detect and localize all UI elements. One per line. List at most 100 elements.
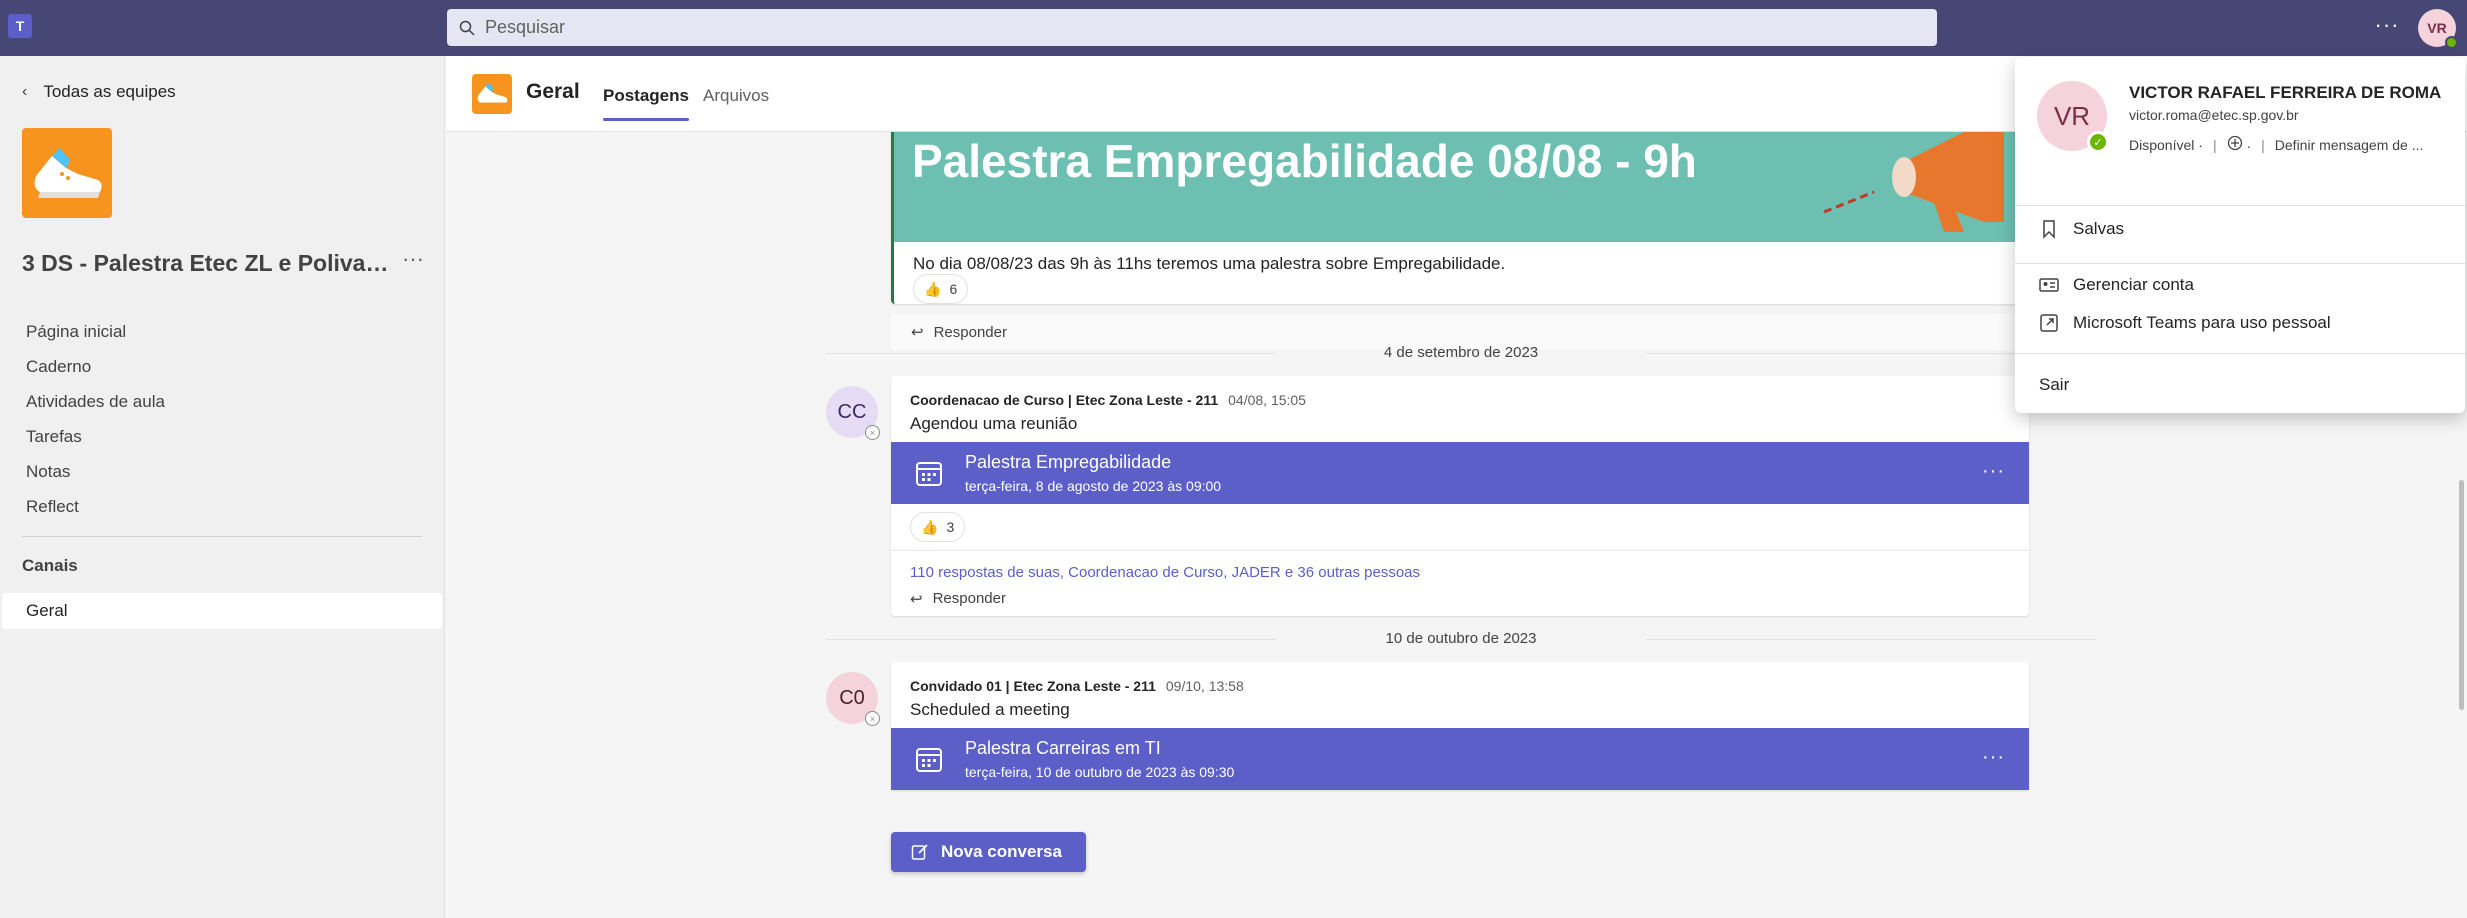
teams-personal-label: Microsoft Teams para uso pessoal	[2073, 313, 2331, 332]
set-status-message-link[interactable]: Definir mensagem de ...	[2275, 137, 2424, 153]
post-card: Coordenacao de Curso | Etec Zona Leste -…	[891, 376, 2029, 616]
divider	[22, 536, 422, 537]
thumbs-up-icon: 👍	[924, 280, 942, 297]
presence-available-icon	[2445, 36, 2458, 49]
more-options-icon[interactable]: ···	[1982, 460, 2005, 483]
nav-item-reflect[interactable]: Reflect	[26, 489, 165, 524]
channels-heading: Canais	[22, 556, 78, 575]
like-reaction[interactable]: 👍 6	[913, 274, 969, 304]
divider: |	[2212, 136, 2217, 153]
chevron-down-icon: ·	[2198, 136, 2203, 153]
calendar-icon	[916, 748, 942, 772]
date-separator: 4 de setembro de 2023	[826, 344, 2096, 361]
presence-available-icon: ✓	[2087, 131, 2109, 153]
search-box[interactable]	[447, 9, 1937, 46]
teams-icon[interactable]: T	[8, 14, 32, 38]
author-name: Convidado 01 | Etec Zona Leste - 211	[910, 678, 1156, 694]
saved-menu-item[interactable]: Salvas	[2039, 219, 2124, 239]
team-name: 3 DS - Palestra Etec ZL e Polivale...	[22, 250, 392, 276]
search-icon	[459, 20, 475, 36]
meeting-date: terça-feira, 8 de agosto de 2023 às 09:0…	[965, 478, 1222, 494]
nav-item-notebook[interactable]: Caderno	[26, 349, 165, 384]
team-more-options-icon[interactable]: ···	[402, 246, 424, 272]
author-name: Coordenacao de Curso | Etec Zona Leste -…	[910, 392, 1219, 408]
post-body: Scheduled a meeting	[910, 700, 1070, 719]
post-timestamp: 04/08, 15:05	[1228, 392, 1306, 408]
manage-account-label: Gerenciar conta	[2073, 275, 2194, 294]
channel-item-general[interactable]: Geral	[2, 593, 442, 629]
reaction-count: 3	[946, 519, 955, 535]
saved-label: Salvas	[2073, 219, 2125, 238]
nav-item-class-activities[interactable]: Atividades de aula	[26, 384, 165, 419]
sign-out-menu-item[interactable]: Sair	[2039, 375, 2069, 395]
profile-avatar[interactable]: VR ✓	[2037, 81, 2109, 153]
manage-account-menu-item[interactable]: Gerenciar conta	[2039, 275, 2194, 295]
user-avatar-initials: VR	[2427, 20, 2447, 36]
reply-label: Responder	[933, 323, 1007, 341]
profile-avatar-initials: VR	[2053, 100, 2091, 131]
author-avatar[interactable]: C0 ×	[826, 672, 880, 726]
divider	[2015, 205, 2465, 206]
teams-personal-menu-item[interactable]: Microsoft Teams para uso pessoal	[2039, 313, 2331, 333]
tab-files[interactable]: Arquivos	[703, 86, 769, 106]
feed-scrollbar[interactable]	[2459, 480, 2464, 710]
contact-card-icon	[2039, 278, 2059, 292]
nav-item-home[interactable]: Página inicial	[26, 314, 165, 349]
replies-summary-link[interactable]: 110 respostas de suas, Coordenacao de Cu…	[910, 564, 1420, 581]
back-to-teams-link[interactable]: ‹ Todas as equipes	[22, 82, 176, 102]
reply-button[interactable]: ↩ Responder	[910, 590, 1006, 608]
meeting-title: Palestra Empregabilidade	[965, 452, 1172, 472]
user-avatar[interactable]: VR	[2418, 9, 2458, 49]
reply-label: Responder	[932, 590, 1006, 607]
bookmark-icon	[2043, 220, 2055, 239]
team-sidebar: ‹ Todas as equipes 3 DS - Palestra Etec …	[0, 56, 445, 918]
meeting-card[interactable]: Palestra Empregabilidade terça-feira, 8 …	[891, 442, 2029, 504]
divider	[2015, 353, 2465, 354]
megaphone-icon	[1823, 132, 2004, 232]
new-conversation-button[interactable]: Nova conversa	[891, 832, 1086, 872]
date-separator: 10 de outubro de 2023	[826, 630, 2096, 647]
location-icon	[2227, 135, 2242, 151]
post-banner-image: Palestra Empregabilidade 08/08 - 9h	[894, 132, 2029, 242]
more-options-icon[interactable]: ···	[1982, 746, 2005, 769]
post-timestamp: 09/10, 13:58	[1165, 678, 1244, 694]
reaction-count: 6	[949, 281, 958, 297]
active-tab-indicator	[603, 118, 689, 121]
nav-item-grades[interactable]: Notas	[26, 454, 165, 489]
status-label: Disponível	[2129, 136, 2195, 153]
compose-icon	[911, 844, 928, 860]
thumbs-up-icon: 👍	[921, 518, 939, 535]
nav-item-assignments[interactable]: Tarefas	[26, 419, 165, 454]
reply-icon: ↩	[910, 591, 923, 608]
sneaker-icon	[34, 148, 102, 198]
presence-offline-icon: ×	[865, 425, 880, 440]
post-body: Agendou uma reunião	[910, 414, 1078, 433]
location-dropdown[interactable]: ·	[2227, 135, 2252, 154]
post-card: Palestra Empregabilidade 08/08 - 9h No d…	[891, 132, 2029, 304]
profile-name: VICTOR RAFAEL FERREIRA DE ROMA	[2129, 83, 2442, 102]
tab-posts[interactable]: Postagens	[603, 86, 689, 121]
post-author: Convidado 01 | Etec Zona Leste - 211 09/1…	[910, 678, 1244, 694]
status-dropdown[interactable]: Disponível ·	[2129, 137, 2203, 153]
like-reaction[interactable]: 👍 3	[910, 512, 966, 542]
new-conversation-label: Nova conversa	[941, 842, 1062, 861]
presence-offline-icon: ×	[865, 711, 880, 726]
meeting-title: Palestra Carreiras em TI	[965, 738, 1161, 758]
search-input[interactable]	[485, 17, 1885, 38]
team-nav: Página inicial Caderno Atividades de aul…	[26, 314, 165, 524]
chevron-left-icon: ‹	[22, 83, 28, 100]
back-label: Todas as equipes	[43, 82, 176, 101]
author-avatar[interactable]: CC ×	[826, 386, 880, 440]
post-card: Convidado 01 | Etec Zona Leste - 211 09/1…	[891, 662, 2029, 790]
profile-menu: VR ✓ VICTOR RAFAEL FERREIRA DE ROMA vict…	[2015, 57, 2465, 413]
more-horizontal-icon[interactable]: ···	[2372, 14, 2402, 42]
divider	[891, 550, 2029, 551]
post-author: Coordenacao de Curso | Etec Zona Leste -…	[910, 392, 1306, 408]
open-external-icon	[2040, 314, 2058, 332]
meeting-card[interactable]: Palestra Carreiras em TI terça-feira, 10…	[891, 728, 2029, 790]
author-avatar-initials: CC	[837, 400, 867, 423]
reply-icon: ↩	[911, 324, 924, 341]
channel-team-logo	[472, 74, 512, 114]
channel-title: Geral	[526, 80, 580, 103]
chevron-down-icon: ·	[2246, 138, 2252, 154]
